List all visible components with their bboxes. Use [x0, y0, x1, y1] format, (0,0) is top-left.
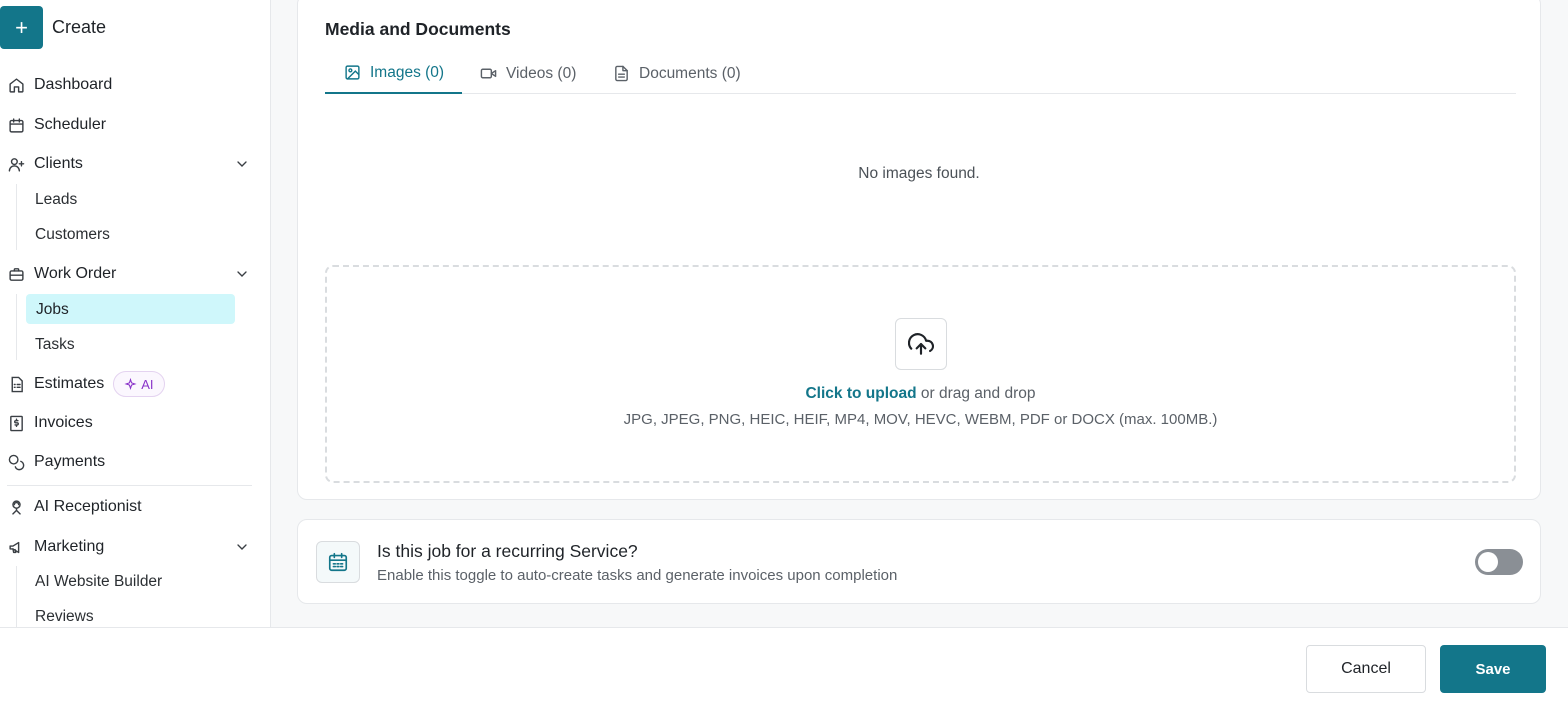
calendar-icon [7, 116, 25, 134]
sidebar-item-marketing[interactable]: Marketing [7, 535, 104, 559]
sidebar-item-estimates[interactable]: Estimates AI [7, 371, 165, 397]
tab-images[interactable]: Images (0) [325, 53, 462, 94]
sidebar-item-label: Marketing [34, 538, 105, 555]
empty-message: No images found. [858, 165, 980, 182]
drag-drop-text: or drag and drop [916, 385, 1036, 402]
recurring-subtitle: Enable this toggle to auto-create tasks … [377, 567, 898, 584]
sidebar-item-label: Dashboard [34, 76, 113, 93]
receptionist-icon [7, 498, 25, 516]
sidebar-divider [7, 485, 252, 486]
sidebar-item-label: Clients [34, 155, 83, 172]
create-row[interactable]: + Create [0, 6, 106, 49]
cancel-button[interactable]: Cancel [1306, 645, 1426, 693]
recurring-toggle[interactable] [1475, 549, 1523, 575]
section-title: Media and Documents [325, 19, 511, 39]
sidebar-item-label: Invoices [34, 414, 93, 431]
sidebar-item-ai-website-builder[interactable]: AI Website Builder [35, 573, 162, 591]
chevron-down-icon[interactable] [234, 266, 250, 282]
cloud-upload-icon [908, 333, 934, 355]
sidebar-item-leads[interactable]: Leads [35, 191, 77, 209]
megaphone-icon [7, 538, 25, 556]
calendar-icon [316, 541, 360, 583]
chevron-down-icon[interactable] [234, 156, 250, 172]
briefcase-icon [7, 265, 25, 283]
sidebar-item-invoices[interactable]: Invoices [7, 411, 93, 435]
sparkle-icon [124, 377, 137, 390]
upload-instructions: Click to upload or drag and drop [327, 385, 1514, 403]
sidebar-item-clients[interactable]: Clients [7, 152, 83, 176]
document-icon [615, 65, 628, 82]
coins-icon [7, 453, 25, 471]
create-label: Create [52, 17, 107, 37]
home-icon [7, 76, 25, 94]
media-documents-card: Media and Documents Images (0) Videos (0… [297, 0, 1541, 500]
sidebar-item-dashboard[interactable]: Dashboard [7, 73, 112, 97]
sidebar-item-label: Estimates [34, 375, 105, 392]
save-button[interactable]: Save [1440, 645, 1546, 693]
media-tabs: Images (0) Videos (0) Documents (0) [325, 53, 1516, 94]
chevron-down-icon[interactable] [234, 539, 250, 555]
sidebar-item-ai-receptionist[interactable]: AI Receptionist [7, 495, 142, 519]
image-icon [345, 65, 360, 80]
toggle-knob [1478, 552, 1498, 572]
sidebar-item-label: AI Receptionist [34, 498, 142, 515]
tab-documents[interactable]: Documents (0) [613, 53, 741, 94]
submenu-line [16, 294, 17, 360]
tab-videos[interactable]: Videos (0) [480, 53, 576, 94]
submenu-line [16, 184, 17, 250]
create-button[interactable]: + [0, 6, 43, 49]
submenu-line [16, 566, 17, 627]
upload-dropzone[interactable]: Click to upload or drag and drop JPG, JP… [325, 265, 1516, 483]
ai-badge: AI [113, 371, 165, 397]
sidebar-item-payments[interactable]: Payments [7, 450, 105, 474]
sidebar-item-jobs[interactable]: Jobs [36, 301, 69, 319]
sidebar-item-customers[interactable]: Customers [35, 226, 110, 244]
sidebar-item-label: Work Order [34, 265, 117, 282]
sidebar-item-reviews[interactable]: Reviews [35, 608, 94, 626]
recurring-title: Is this job for a recurring Service? [377, 541, 638, 561]
video-icon [480, 68, 497, 79]
invoice-icon [7, 414, 25, 432]
accepted-formats: JPG, JPEG, PNG, HEIC, HEIF, MP4, MOV, HE… [623, 411, 1218, 428]
sidebar-item-label: Scheduler [34, 116, 107, 133]
upload-button[interactable] [895, 318, 947, 370]
sidebar-item-scheduler[interactable]: Scheduler [7, 113, 106, 137]
sidebar-item-tasks[interactable]: Tasks [35, 336, 75, 354]
file-list-icon [7, 375, 25, 393]
user-plus-icon [7, 155, 25, 173]
sidebar: + Create Dashboard Scheduler Clients Lea… [0, 0, 271, 627]
plus-icon: + [15, 14, 28, 40]
form-footer: Cancel Save [0, 627, 1568, 709]
sidebar-item-work-order[interactable]: Work Order [7, 262, 116, 286]
click-to-upload-link[interactable]: Click to upload [805, 385, 916, 402]
recurring-service-card: Is this job for a recurring Service? Ena… [297, 519, 1541, 604]
sidebar-item-label: Payments [34, 453, 106, 470]
